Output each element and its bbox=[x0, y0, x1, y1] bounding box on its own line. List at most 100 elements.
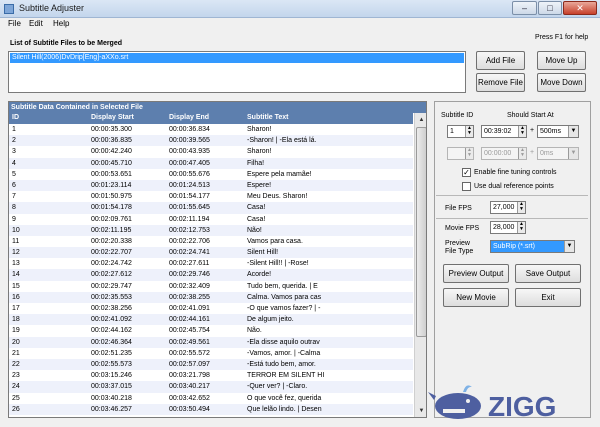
preview-file-type-value: SubRip (*.srt) bbox=[493, 243, 536, 250]
offset-select[interactable]: 500ms ▼ bbox=[537, 125, 579, 138]
file-list-label: List of Subtitle Files to be Merged bbox=[10, 40, 123, 47]
stepper-arrows-icon[interactable]: ▲ ▼ bbox=[465, 148, 473, 159]
table-row[interactable]: 26 00:03:46.257 00:03:50.494 Que lelão lind… bbox=[9, 403, 413, 415]
row-id: 21 bbox=[12, 349, 20, 357]
fine-tuning-checkbox[interactable]: ✓ bbox=[462, 168, 471, 177]
grid-vertical-scrollbar[interactable]: ▲ ▼ bbox=[414, 113, 426, 417]
row-id: 19 bbox=[12, 327, 20, 335]
row-display-end: 00:02:22.706 bbox=[169, 237, 210, 245]
table-row[interactable]: 11 00:02:20.338 00:02:22.706 Vamos para cas… bbox=[9, 236, 413, 247]
file-fps-stepper[interactable]: 27,000 ▲ ▼ bbox=[490, 201, 526, 214]
row-display-start: 00:00:36.835 bbox=[91, 137, 132, 145]
row-id: 18 bbox=[12, 316, 20, 324]
table-row[interactable]: 4 00:00:45.710 00:00:47.405 Filha! bbox=[9, 157, 413, 169]
table-row[interactable]: 5 00:00:53.651 00:00:55.676 Espere pela mam… bbox=[9, 169, 413, 180]
move-down-button[interactable]: Move Down bbox=[537, 73, 586, 92]
column-header-id[interactable]: ID bbox=[12, 114, 19, 121]
stepper-arrows-icon[interactable]: ▲ ▼ bbox=[518, 148, 526, 159]
minimize-button[interactable]: – bbox=[512, 1, 537, 15]
row-subtitle-text: Não. bbox=[247, 327, 262, 335]
chevron-down-icon[interactable]: ▼ bbox=[564, 241, 574, 252]
table-row[interactable]: 17 00:02:38.256 00:02:41.091 -O que vamos f… bbox=[9, 303, 413, 314]
scroll-down-icon[interactable]: ▼ bbox=[416, 405, 426, 417]
row-id: 12 bbox=[12, 249, 20, 257]
table-row[interactable]: 24 00:03:37.015 00:03:40.217 -Quer ver? | -… bbox=[9, 381, 413, 393]
row-id: 25 bbox=[12, 394, 20, 402]
new-movie-button[interactable]: New Movie bbox=[443, 288, 509, 307]
movie-fps-value: 28,000 bbox=[493, 224, 515, 231]
dual-reference-checkbox[interactable] bbox=[462, 182, 471, 191]
should-start-label: Should Start At bbox=[507, 112, 554, 119]
table-row[interactable]: 15 00:02:29.747 00:02:32.409 Tudo bem, quer… bbox=[9, 281, 413, 292]
offset-select-2[interactable]: 0ms ▼ bbox=[537, 147, 579, 160]
stepper-arrows-icon[interactable]: ▲ ▼ bbox=[518, 126, 526, 137]
row-display-end: 00:01:54.177 bbox=[169, 193, 210, 201]
row-subtitle-text: -Está tudo bem, amor. bbox=[247, 360, 316, 368]
row-display-start: 00:01:54.178 bbox=[91, 204, 132, 212]
table-row[interactable]: 2 00:00:36.835 00:00:39.565 -Sharon! | -Ela… bbox=[9, 135, 413, 147]
move-up-button[interactable]: Move Up bbox=[537, 51, 586, 70]
chevron-down-icon[interactable]: ▼ bbox=[568, 126, 578, 137]
remove-file-button[interactable]: Remove File bbox=[476, 73, 525, 92]
table-row[interactable]: 22 00:02:55.573 00:02:57.097 -Está tudo bem… bbox=[9, 358, 413, 371]
row-display-end: 00:02:41.091 bbox=[169, 305, 210, 312]
row-display-start: 00:02:24.742 bbox=[91, 260, 132, 268]
menu-help[interactable]: Help bbox=[53, 19, 69, 28]
preview-output-button[interactable]: Preview Output bbox=[443, 264, 509, 283]
table-row[interactable]: 1 00:00:35.300 00:00:36.834 Sharon! bbox=[9, 124, 413, 135]
row-subtitle-text: Que lelão lindo. | Desen bbox=[247, 405, 322, 413]
table-row[interactable]: 6 00:01:23.114 00:01:24.513 Espere! bbox=[9, 179, 413, 192]
row-subtitle-text: -Silent Hill!! | -Rose! bbox=[247, 260, 309, 268]
stepper-arrows-icon[interactable]: ▲ ▼ bbox=[517, 222, 525, 233]
stepper-arrows-icon[interactable]: ▲ ▼ bbox=[517, 202, 525, 213]
table-row[interactable]: 25 00:03:40.218 00:03:42.652 O que você fez… bbox=[9, 393, 413, 404]
column-header-display-end[interactable]: Display End bbox=[169, 114, 209, 121]
file-list-item[interactable]: Silent Hill(2006)DvDrip[Eng]-aXXo.srt bbox=[10, 53, 464, 63]
subtitle-grid[interactable]: Subtitle Data Contained in Selected File… bbox=[8, 101, 427, 418]
start-time-value: 00:39:02 bbox=[484, 128, 512, 135]
menu-file[interactable]: File bbox=[8, 19, 21, 28]
table-row[interactable]: 10 00:02:11.195 00:02:12.753 Não! bbox=[9, 224, 413, 236]
row-display-start: 00:02:20.338 bbox=[91, 237, 132, 245]
table-row[interactable]: 23 00:03:15.246 00:03:21.798 TERROR EM SILE… bbox=[9, 370, 413, 381]
row-display-start: 00:02:51.235 bbox=[91, 349, 132, 357]
column-header-display-start[interactable]: Display Start bbox=[91, 114, 134, 121]
stepper-arrows-icon[interactable]: ▲ ▼ bbox=[465, 126, 473, 137]
exit-button[interactable]: Exit bbox=[515, 288, 581, 307]
menu-bar: File Edit Help bbox=[0, 18, 600, 31]
subtitle-id-stepper[interactable]: 1 ▲ ▼ bbox=[447, 125, 474, 138]
table-row[interactable]: 18 00:02:41.092 00:02:44.161 De algum jeito… bbox=[9, 314, 413, 326]
start-time-stepper-2[interactable]: 00:00:00 ▲ ▼ bbox=[481, 147, 527, 160]
table-row[interactable]: 9 00:02:09.761 00:02:11.194 Casa! bbox=[9, 214, 413, 225]
table-row[interactable]: 19 00:02:44.162 00:02:45.754 Não. bbox=[9, 325, 413, 336]
menu-edit[interactable]: Edit bbox=[29, 19, 43, 28]
table-row[interactable]: 13 00:02:24.742 00:02:27.611 -Silent Hill!!… bbox=[9, 258, 413, 269]
close-button[interactable]: ✕ bbox=[563, 1, 597, 15]
row-display-end: 00:00:43.935 bbox=[169, 148, 210, 156]
table-row[interactable]: 3 00:00:42.240 00:00:43.935 Sharon! bbox=[9, 146, 413, 157]
table-row[interactable]: 12 00:02:22.707 00:02:24.741 Silent Hill! bbox=[9, 247, 413, 259]
subtitle-id-stepper-2[interactable]: ▲ ▼ bbox=[447, 147, 474, 160]
row-subtitle-text: Não! bbox=[247, 226, 262, 234]
start-time-stepper[interactable]: 00:39:02 ▲ ▼ bbox=[481, 125, 527, 138]
movie-fps-stepper[interactable]: 28,000 ▲ ▼ bbox=[490, 221, 526, 234]
add-file-button[interactable]: Add File bbox=[476, 51, 525, 70]
table-row[interactable]: 16 00:02:35.553 00:02:38.255 Calma. Vamos p… bbox=[9, 291, 413, 303]
row-subtitle-text: -Ela disse aquilo outrav bbox=[247, 338, 320, 346]
table-row[interactable]: 8 00:01:54.178 00:01:55.645 Casa! bbox=[9, 202, 413, 214]
row-display-start: 00:00:45.710 bbox=[91, 159, 132, 167]
scroll-thumb[interactable] bbox=[416, 127, 426, 337]
preview-file-type-select[interactable]: SubRip (*.srt) ▼ bbox=[490, 240, 575, 253]
file-list[interactable]: Silent Hill(2006)DvDrip[Eng]-aXXo.srt bbox=[8, 51, 466, 93]
save-output-button[interactable]: Save Output bbox=[515, 264, 581, 283]
column-header-subtitle-text[interactable]: Subtitle Text bbox=[247, 114, 288, 121]
table-row[interactable]: 14 00:02:27.612 00:02:29.746 Acorde! bbox=[9, 269, 413, 281]
row-display-start: 00:00:35.300 bbox=[91, 126, 132, 133]
chevron-down-icon[interactable]: ▼ bbox=[568, 148, 578, 159]
table-row[interactable]: 7 00:01:50.975 00:01:54.177 Meu Deus. Sharo… bbox=[9, 191, 413, 202]
title-bar: Subtitle Adjuster – □ ✕ bbox=[0, 0, 600, 18]
table-row[interactable]: 21 00:02:51.235 00:02:55.572 -Vamos, amor. … bbox=[9, 348, 413, 359]
table-row[interactable]: 20 00:02:46.364 00:02:49.561 -Ela disse aqu… bbox=[9, 336, 413, 348]
scroll-up-icon[interactable]: ▲ bbox=[416, 114, 426, 126]
maximize-button[interactable]: □ bbox=[538, 1, 562, 15]
